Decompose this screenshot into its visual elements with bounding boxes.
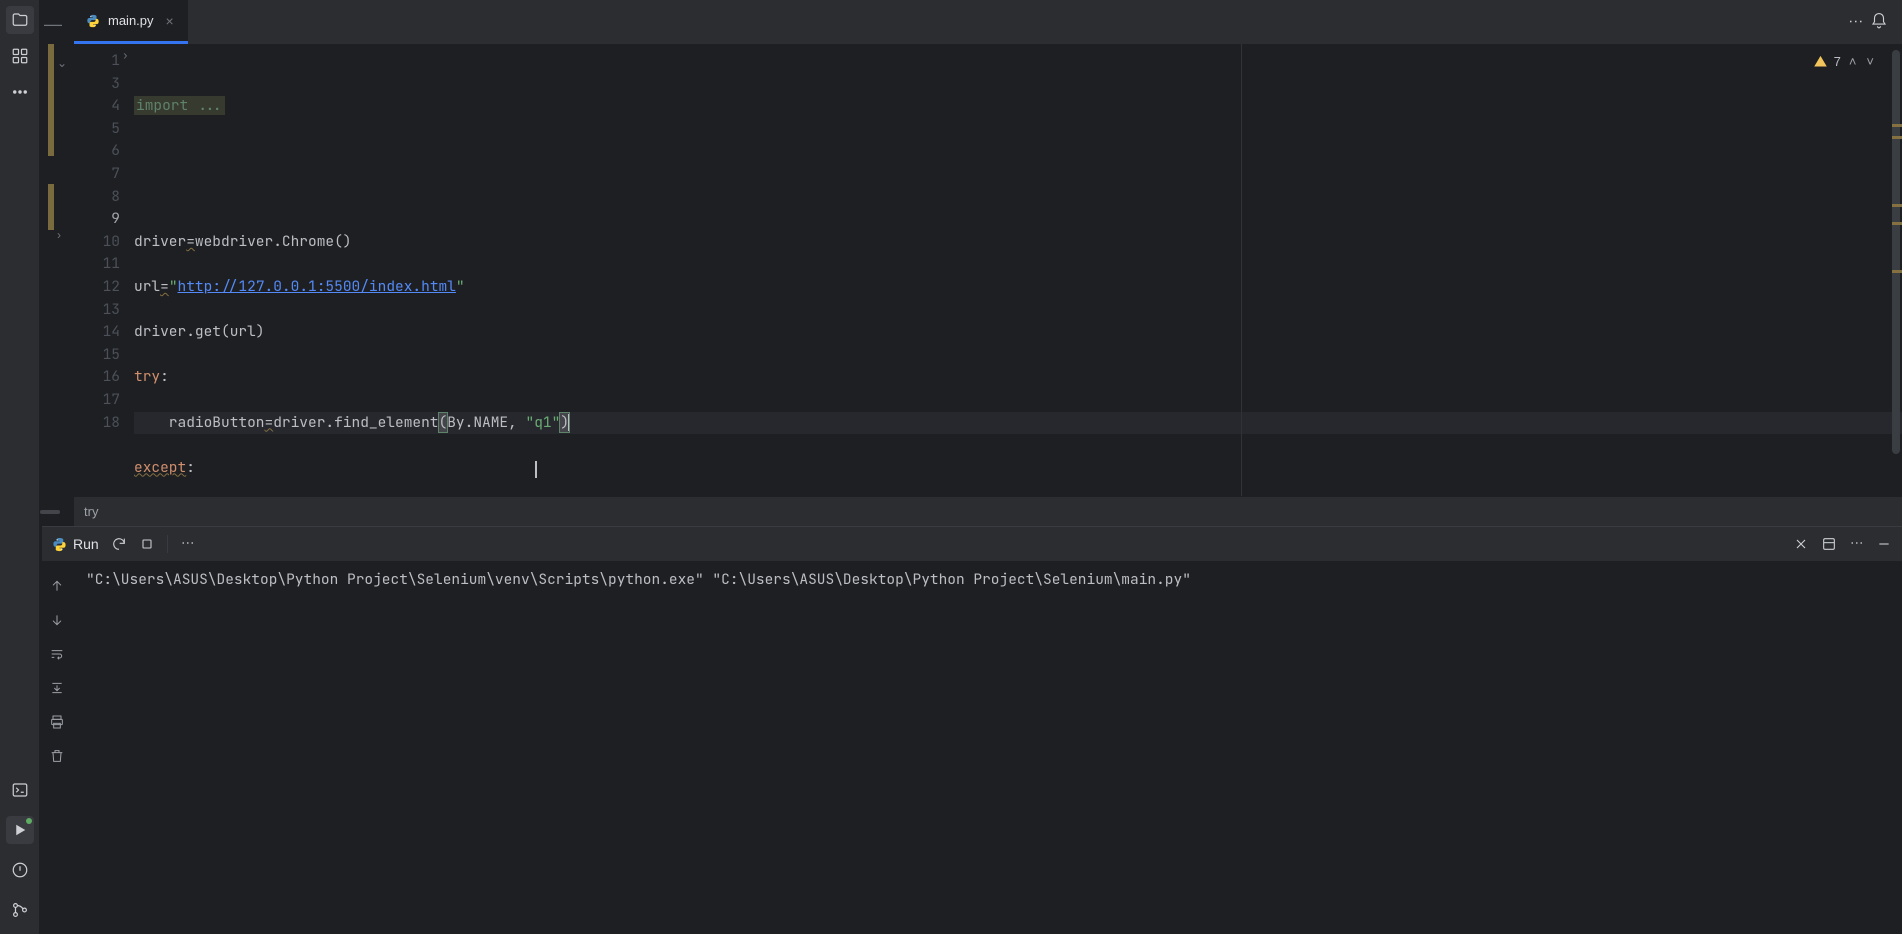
close-run-panel-icon[interactable]	[1793, 536, 1809, 552]
run-gutter-toolbar	[40, 526, 74, 768]
code-content[interactable]: › import ... driver=webdriver.Chrome() u…	[128, 44, 1902, 496]
problems-tool-button[interactable]	[6, 856, 34, 884]
run-more-icon[interactable]: ⋮	[179, 537, 195, 552]
stop-button[interactable]	[139, 536, 155, 552]
window-minimize-icon[interactable]: —	[44, 14, 62, 35]
inspection-summary[interactable]: 7 ˄ ˅	[1807, 50, 1882, 73]
editor-tab-bar: main.py × ⋮	[74, 0, 1902, 44]
text-caret	[568, 414, 569, 431]
right-margin-guide	[1241, 44, 1242, 496]
fold-chevron-icon[interactable]: ›	[122, 45, 129, 68]
project-tool-button[interactable]	[6, 6, 34, 34]
rerun-button[interactable]	[111, 536, 127, 552]
tab-main-py[interactable]: main.py ×	[74, 0, 188, 44]
run-tool-header: Run ⋮ ⋮	[42, 526, 1902, 562]
editor-scrollbar[interactable]	[1888, 44, 1902, 496]
warning-marker[interactable]	[1892, 204, 1902, 207]
terminal-tool-button[interactable]	[6, 776, 34, 804]
inspection-count: 7	[1834, 54, 1841, 69]
activity-bar	[0, 0, 40, 934]
print-icon[interactable]	[45, 710, 69, 734]
warning-icon	[1813, 54, 1828, 69]
run-options-icon[interactable]: ⋮	[1849, 537, 1865, 552]
warning-marker[interactable]	[1892, 136, 1902, 139]
breadcrumb-bar: try	[74, 496, 1902, 526]
tab-bar-more-icon[interactable]: ⋮	[1848, 14, 1865, 30]
collapse-tool-chevron-icon[interactable]: ⌄	[57, 56, 71, 70]
code-editor[interactable]: 1 3 4 5 6 7 8 9 10 11 12 13 14 15 16 17 …	[74, 44, 1902, 496]
inspection-prev-icon[interactable]: ˄	[1847, 54, 1859, 69]
python-file-icon	[86, 14, 100, 28]
vcs-change-marker	[48, 184, 54, 230]
scroll-to-end-icon[interactable]	[45, 676, 69, 700]
run-console-output[interactable]: "C:\Users\ASUS\Desktop\Python Project\Se…	[74, 562, 1902, 934]
soft-wrap-icon[interactable]	[45, 642, 69, 666]
expand-fold-chevron-icon[interactable]: ›	[57, 228, 61, 242]
tab-filename: main.py	[108, 13, 154, 28]
warning-marker[interactable]	[1892, 270, 1902, 273]
run-tool-label: Run	[73, 536, 99, 552]
more-tool-button[interactable]	[6, 78, 34, 106]
tool-window-drag-handle[interactable]	[40, 510, 60, 514]
layout-settings-icon[interactable]	[1821, 536, 1837, 552]
step-down-icon[interactable]	[45, 608, 69, 632]
warning-marker[interactable]	[1892, 222, 1902, 225]
notifications-icon[interactable]	[1870, 12, 1888, 33]
warning-marker[interactable]	[1892, 124, 1902, 127]
run-tool-button[interactable]	[6, 816, 34, 844]
editor-text-cursor	[535, 461, 537, 478]
scrollbar-thumb[interactable]	[1892, 50, 1900, 454]
inspection-next-icon[interactable]: ˅	[1864, 54, 1876, 69]
vcs-change-marker	[48, 44, 54, 156]
line-number-gutter: 1 3 4 5 6 7 8 9 10 11 12 13 14 15 16 17 …	[80, 44, 128, 496]
clear-console-icon[interactable]	[45, 744, 69, 768]
vcs-tool-button[interactable]	[6, 896, 34, 924]
structure-tool-button[interactable]	[6, 42, 34, 70]
close-tab-icon[interactable]: ×	[166, 13, 174, 29]
console-line: "C:\Users\ASUS\Desktop\Python Project\Se…	[86, 570, 1191, 589]
minimize-run-panel-icon[interactable]	[1876, 536, 1892, 552]
step-up-icon[interactable]	[45, 574, 69, 598]
breadcrumb-item[interactable]: try	[84, 504, 98, 519]
